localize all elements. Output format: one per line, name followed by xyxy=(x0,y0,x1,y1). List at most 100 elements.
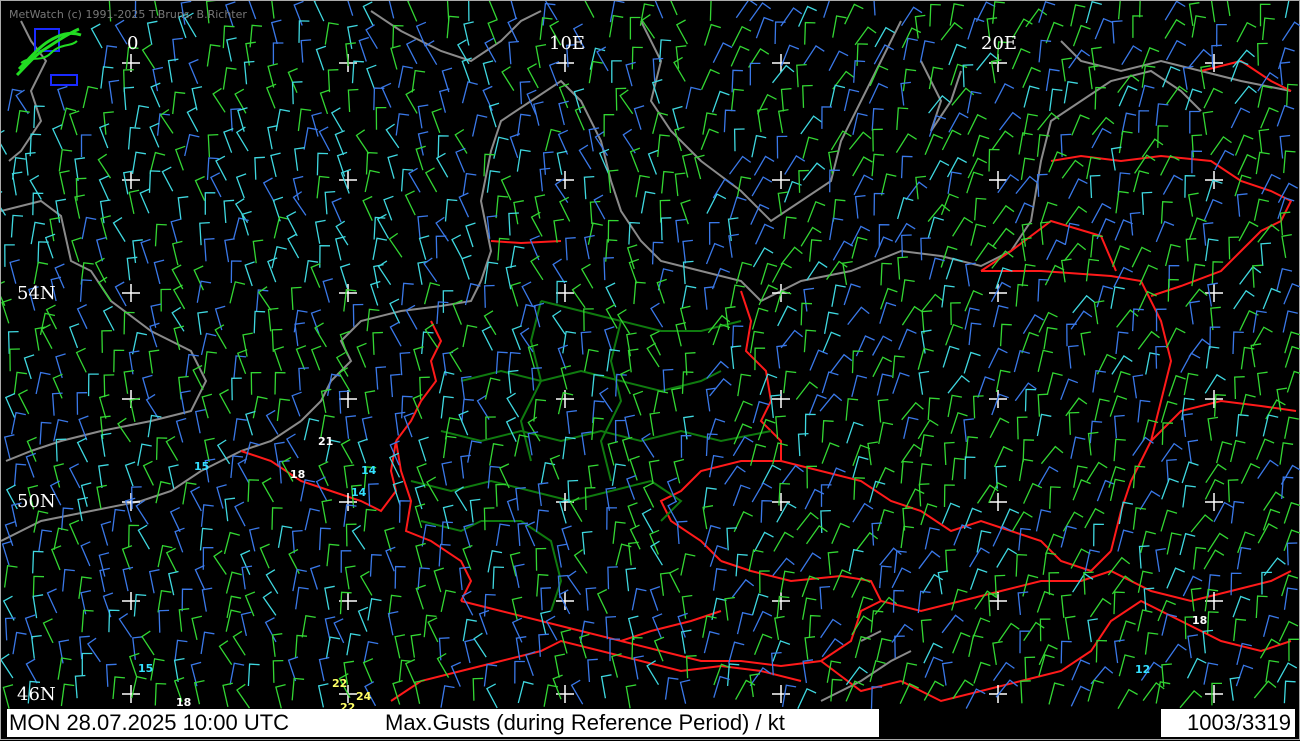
wind-barb xyxy=(152,66,164,92)
wind-barb xyxy=(848,131,872,150)
wind-barb xyxy=(776,595,790,619)
wind-barb xyxy=(707,418,726,441)
wind-barb xyxy=(148,349,160,374)
wind-barb xyxy=(223,199,235,224)
wind-barb xyxy=(324,22,339,45)
wind-barb xyxy=(1203,662,1219,685)
wind-barb xyxy=(1282,310,1298,333)
wind-barb xyxy=(358,36,370,62)
wind-barb xyxy=(607,566,618,590)
wind-barb xyxy=(1039,618,1051,642)
wind-barb xyxy=(181,588,193,612)
wind-barb xyxy=(992,204,1015,225)
wind-barb xyxy=(994,574,1006,598)
wind-barb xyxy=(49,217,61,242)
gust-value: 12 xyxy=(1135,663,1151,676)
wind-barb xyxy=(672,105,683,131)
wind-barb xyxy=(387,154,398,179)
wind-barb xyxy=(318,126,331,152)
wind-barb xyxy=(1232,331,1244,355)
wind-barb xyxy=(724,465,746,485)
wind-barb xyxy=(629,147,641,173)
wind-barb xyxy=(204,437,215,463)
wind-barb xyxy=(945,323,964,346)
wind-barb xyxy=(236,683,251,709)
wind-barb xyxy=(1117,1,1121,20)
wind-barb xyxy=(505,416,517,442)
grid-cross xyxy=(772,171,790,189)
wind-barb xyxy=(1283,501,1300,524)
wind-barb xyxy=(247,663,260,687)
wind-barb xyxy=(875,466,895,488)
wind-barb xyxy=(351,60,364,84)
wind-barb xyxy=(1023,85,1040,108)
wind-barb xyxy=(625,684,637,709)
wind-barb xyxy=(566,410,577,434)
wind-barb xyxy=(117,417,131,443)
wind-barb xyxy=(729,196,747,219)
wind-barb xyxy=(1070,436,1086,459)
wind-barb xyxy=(105,663,117,687)
wind-barb xyxy=(823,1,830,18)
wind-barb xyxy=(291,391,302,417)
wind-barb xyxy=(401,282,414,306)
wind-barb xyxy=(1155,103,1169,126)
wind-barb xyxy=(441,67,453,93)
wind-barb xyxy=(215,155,227,181)
wind-barb xyxy=(86,637,101,663)
wind-barb xyxy=(1142,681,1165,701)
wind-barb xyxy=(821,442,840,464)
wind-barb xyxy=(565,237,576,261)
wind-barb xyxy=(77,496,89,522)
wind-barb xyxy=(363,508,377,532)
wind-barb xyxy=(303,127,318,150)
wind-barb xyxy=(102,592,114,618)
wind-barb xyxy=(250,371,262,395)
wind-barb xyxy=(556,543,568,568)
wind-barb xyxy=(543,684,559,707)
wind-barb xyxy=(573,549,588,574)
wind-barb xyxy=(222,67,237,90)
weather-map[interactable]: MetWatch (c) 1991-2025 T.Bruns, B.Richte… xyxy=(0,0,1300,740)
wind-barb xyxy=(310,345,322,371)
wind-barb xyxy=(1132,374,1144,399)
wind-barb xyxy=(896,107,909,130)
wind-barb xyxy=(820,484,832,507)
wind-barb xyxy=(381,82,392,108)
wind-barb xyxy=(1281,233,1292,259)
wind-barb xyxy=(1111,575,1134,595)
wind-barb xyxy=(1284,416,1299,439)
wind-barb xyxy=(158,609,170,633)
border-slovenia xyxy=(820,660,902,693)
wind-barb xyxy=(223,127,234,153)
wind-barb xyxy=(803,287,815,312)
wind-barb xyxy=(1263,491,1285,511)
wind-barb xyxy=(677,612,688,638)
wind-barb xyxy=(797,432,809,457)
wind-barb xyxy=(1037,278,1050,302)
wind-barb xyxy=(1042,552,1057,575)
wind-barb xyxy=(100,520,112,546)
wind-barb xyxy=(876,637,892,661)
parameter-label: Max.Gusts (during Reference Period) / kt xyxy=(385,710,785,735)
wind-barb xyxy=(9,259,20,284)
wind-barb xyxy=(619,89,634,115)
wind-barb xyxy=(483,507,495,531)
wind-barb xyxy=(880,173,897,196)
wind-barb xyxy=(128,189,140,215)
gust-value: 14 xyxy=(361,464,377,477)
wind-barb xyxy=(387,610,399,636)
wind-barb xyxy=(798,5,817,27)
wind-barb xyxy=(17,389,30,415)
wind-barb xyxy=(900,279,915,302)
border-kaliningrad xyxy=(980,219,1117,272)
wind-barb xyxy=(530,255,544,281)
wind-barb xyxy=(185,353,199,377)
wind-barb xyxy=(1116,309,1139,328)
wind-barb xyxy=(1255,595,1268,619)
wind-barb xyxy=(1215,441,1233,464)
wind-barb xyxy=(900,155,913,179)
wind-barb xyxy=(802,84,813,108)
wind-barb xyxy=(489,443,504,466)
wind-barb xyxy=(992,661,1015,681)
